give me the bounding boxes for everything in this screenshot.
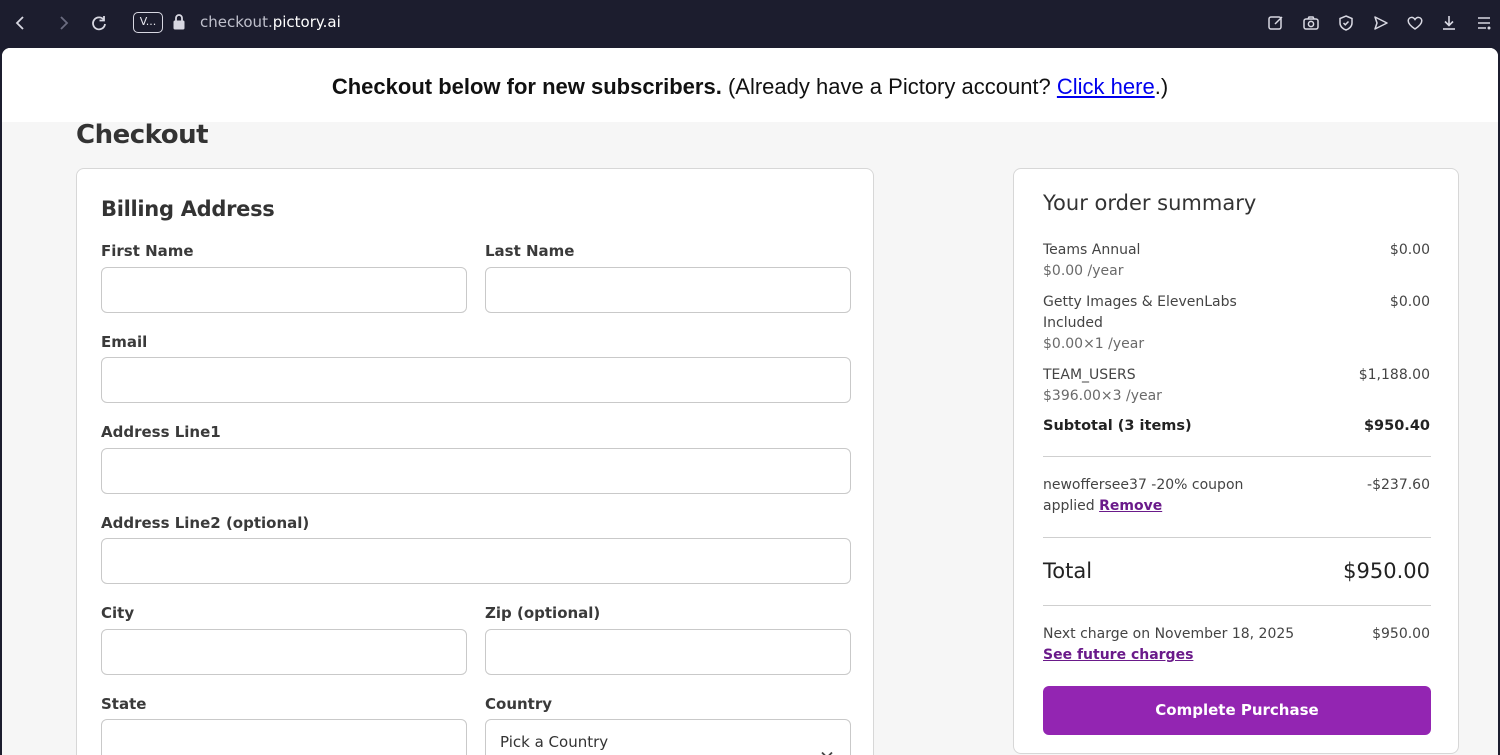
page-viewport: Checkout below for new subscribers. (Alr… [2,48,1498,755]
coupon-info: newoffersee37 -20% coupon applied Remove [1043,475,1243,517]
shield-icon[interactable] [1335,12,1357,34]
item-price-detail: $0.00×1 /year [1043,336,1145,352]
item-amount: $0.00 [1389,242,1430,258]
order-summary-card: Your order summary Teams Annual $0.00 /y… [1013,168,1459,754]
summary-heading: Your order summary [1043,191,1257,215]
state-label: State [101,695,147,713]
line-item: Getty Images & ElevenLabs Included $0.00… [1043,292,1237,355]
total-label: Total [1043,559,1093,583]
last-name-label: Last Name [485,242,575,260]
page-title: Checkout [76,120,209,150]
lock-icon [172,13,186,31]
new-subscriber-banner: Checkout below for new subscribers. (Alr… [2,48,1498,122]
email-input[interactable] [101,357,851,403]
address1-label: Address Line1 [101,423,221,441]
city-input[interactable] [101,629,467,675]
tab-icon[interactable]: V... [133,12,163,33]
billing-heading: Billing Address [101,197,275,221]
remove-coupon-link[interactable]: Remove [1099,498,1162,514]
reload-icon[interactable] [88,12,110,34]
item-name: Getty Images & ElevenLabs [1043,294,1237,310]
back-icon[interactable] [10,12,32,34]
edit-icon[interactable] [1265,12,1287,34]
address-bar[interactable]: checkout.pictory.ai [200,13,341,31]
country-select[interactable]: Pick a Country [485,719,851,755]
line-item: Teams Annual $0.00 /year [1043,240,1140,282]
banner-text-end: .) [1154,74,1169,99]
divider [1043,537,1431,538]
chevron-down-icon [820,735,834,755]
item-amount: $1,188.00 [1358,367,1430,383]
item-name: TEAM_USERS [1043,367,1136,383]
subtotal-amount: $950.40 [1363,418,1430,434]
address2-label: Address Line2 (optional) [101,514,310,532]
complete-purchase-button[interactable]: Complete Purchase [1043,686,1431,735]
billing-address-card: Billing Address First Name Last Name Ema… [76,168,874,755]
see-future-charges-link[interactable]: See future charges [1043,647,1193,663]
coupon-text: newoffersee37 -20% coupon [1043,477,1244,493]
country-selected-value: Pick a Country [500,733,609,751]
first-name-label: First Name [101,242,194,260]
item-name: Teams Annual [1043,242,1141,258]
line-item: TEAM_USERS $396.00×3 /year [1043,365,1162,407]
next-charge-amount: $950.00 [1372,626,1430,642]
first-name-input[interactable] [101,267,467,313]
camera-icon[interactable] [1300,12,1322,34]
menu-icon[interactable] [1473,12,1495,34]
city-label: City [101,604,135,622]
click-here-link[interactable]: Click here [1057,74,1155,99]
send-icon[interactable] [1370,12,1392,34]
last-name-input[interactable] [485,267,851,313]
item-name-cont: Included [1043,315,1103,331]
email-label: Email [101,333,148,351]
country-label: Country [485,695,553,713]
state-input[interactable] [101,719,467,755]
banner-bold-text: Checkout below for new subscribers. [331,74,722,99]
item-amount: $0.00 [1389,294,1430,310]
item-price-detail: $396.00×3 /year [1043,388,1162,404]
download-icon[interactable] [1438,12,1460,34]
item-price-detail: $0.00 /year [1043,263,1124,279]
zip-label: Zip (optional) [485,604,601,622]
browser-toolbar: V... checkout.pictory.ai [0,0,1500,46]
next-charge-info: Next charge on November 18, 2025 See fut… [1043,624,1294,666]
divider [1043,456,1431,457]
coupon-amount: -$237.60 [1367,477,1430,493]
total-amount: $950.00 [1343,559,1430,583]
url-domain: pictory.ai [272,13,341,31]
next-charge-label: Next charge on November 18, 2025 [1043,626,1295,642]
address1-input[interactable] [101,448,851,494]
zip-input[interactable] [485,629,851,675]
subtotal-label: Subtotal (3 items) [1043,418,1192,434]
forward-icon[interactable] [52,12,74,34]
banner-text: (Already have a Pictory account? [721,74,1057,99]
coupon-applied-text: applied [1043,498,1100,514]
divider [1043,605,1431,606]
address2-input[interactable] [101,538,851,584]
heart-icon[interactable] [1404,12,1426,34]
url-prefix: checkout. [200,13,273,31]
